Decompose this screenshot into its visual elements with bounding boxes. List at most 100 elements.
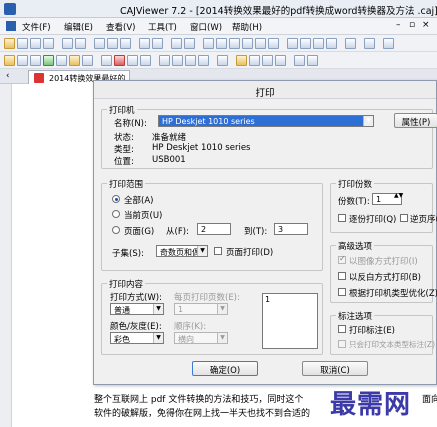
menu-edit[interactable]: 编辑(E) <box>64 21 93 33</box>
reverse-order-label[interactable]: 逆页序( <box>410 213 437 225</box>
reference-icon[interactable] <box>275 55 286 66</box>
range-from-input[interactable]: 2 <box>197 223 231 235</box>
note-icon[interactable] <box>101 55 112 66</box>
menu-window[interactable]: 窗口(W) <box>190 21 222 33</box>
print-text-annotation-checkbox[interactable] <box>338 340 346 348</box>
collate-label[interactable]: 逐份打印(Q) <box>349 213 396 225</box>
tools-toolbar <box>0 52 437 69</box>
double-page-icon[interactable] <box>216 38 227 49</box>
layout-icon[interactable] <box>94 38 105 49</box>
range-pages-radio[interactable] <box>112 226 120 234</box>
zoom-out-icon[interactable] <box>268 38 279 49</box>
ok-button[interactable]: 确定(O) <box>192 361 258 376</box>
collate-checkbox[interactable] <box>338 214 346 222</box>
inverse-print-checkbox[interactable] <box>338 272 346 280</box>
print-mode-select[interactable]: 普通 ▼ <box>110 303 164 315</box>
ocr-icon[interactable] <box>43 55 54 66</box>
rotate-icon[interactable] <box>171 38 182 49</box>
underline-icon[interactable] <box>127 55 138 66</box>
printer-name-value: HP Deskjet 1010 series <box>162 117 255 126</box>
print-as-image-checkbox[interactable] <box>338 254 346 264</box>
open-icon[interactable] <box>4 38 15 49</box>
single-page-icon[interactable] <box>203 38 214 49</box>
reverse-order-checkbox[interactable] <box>400 214 408 222</box>
snapshot-icon[interactable] <box>56 55 67 66</box>
next-page-icon[interactable] <box>313 38 324 49</box>
view-mode-icon[interactable] <box>294 55 305 66</box>
app-icon <box>4 3 16 15</box>
range-all-radio[interactable] <box>112 195 120 203</box>
subset-select[interactable]: 奇数页和偶 ▼ <box>156 245 208 257</box>
chevron-down-icon: ▼ <box>153 333 163 343</box>
paste-icon[interactable] <box>75 38 86 49</box>
line-icon[interactable] <box>172 55 183 66</box>
page-number-icon[interactable] <box>307 55 318 66</box>
highlight-icon[interactable] <box>114 55 125 66</box>
printer-location-label: 位置: <box>114 157 134 167</box>
page-icon[interactable] <box>139 38 150 49</box>
reverse-pages-label[interactable]: 页面打印(D) <box>226 246 273 258</box>
range-pages-label[interactable]: 页面(G) <box>124 225 154 237</box>
grid-icon[interactable] <box>107 38 118 49</box>
select-image-icon[interactable] <box>30 55 41 66</box>
pages-per-sheet-label: 每页打印页数(E): <box>174 293 240 303</box>
rectangle-icon[interactable] <box>185 55 196 66</box>
copy-icon[interactable] <box>62 38 73 49</box>
forward-icon[interactable] <box>364 38 375 49</box>
pages-per-sheet-select[interactable]: 1 ▼ <box>174 303 228 315</box>
reverse-pages-checkbox[interactable] <box>214 247 222 255</box>
prev-page-icon[interactable] <box>300 38 311 49</box>
knowledge-icon[interactable] <box>249 55 260 66</box>
print-annotation-checkbox[interactable] <box>338 325 346 333</box>
columns-icon[interactable] <box>120 38 131 49</box>
tag-icon[interactable] <box>236 55 247 66</box>
find-icon[interactable] <box>82 55 93 66</box>
pencil-icon[interactable] <box>159 55 170 66</box>
optimize-printer-checkbox[interactable] <box>338 288 346 296</box>
menu-help[interactable]: 帮助(H) <box>232 21 262 33</box>
hand-icon[interactable] <box>4 55 15 66</box>
page-preview-box: 1 <box>262 293 318 349</box>
order-select[interactable]: 横向 ▼ <box>174 332 228 344</box>
printer-name-select[interactable]: HP Deskjet 1010 series ▼ <box>158 115 374 127</box>
zoom-in-icon[interactable] <box>255 38 266 49</box>
fit-width-icon[interactable] <box>229 38 240 49</box>
translate-icon[interactable] <box>262 55 273 66</box>
color-mode-select[interactable]: 彩色 ▼ <box>110 332 164 344</box>
range-current-radio[interactable] <box>112 210 120 218</box>
last-page-icon[interactable] <box>326 38 337 49</box>
range-current-label[interactable]: 当前页(U) <box>124 209 162 221</box>
restore-button[interactable]: ▫ <box>409 20 415 30</box>
properties-button[interactable]: 属性(P) <box>394 113 437 128</box>
cancel-button[interactable]: 取消(C) <box>302 361 368 376</box>
close-button[interactable]: × <box>422 20 430 30</box>
menu-tools[interactable]: 工具(T) <box>148 21 177 33</box>
link-icon[interactable] <box>217 55 228 66</box>
copies-spinner-icon[interactable]: ▲▼ <box>394 192 403 199</box>
tab-scroll-left-icon[interactable]: ‹ <box>6 71 9 81</box>
range-all-label[interactable]: 全部(A) <box>124 194 153 206</box>
range-to-input[interactable]: 3 <box>274 223 308 235</box>
menu-file[interactable]: 文件(F) <box>22 21 51 33</box>
print-icon[interactable] <box>30 38 41 49</box>
range-to-label: 到(T): <box>244 227 268 237</box>
minimize-button[interactable]: – <box>396 20 401 30</box>
inverse-print-label[interactable]: 以反白方式打印(B) <box>349 271 421 283</box>
zoom-select-icon[interactable] <box>152 38 163 49</box>
fit-page-icon[interactable] <box>242 38 253 49</box>
strikeout-icon[interactable] <box>140 55 151 66</box>
fit-icon[interactable] <box>184 38 195 49</box>
optimize-printer-label[interactable]: 根据打印机类型优化(Z) <box>349 287 437 299</box>
caj-file-icon <box>34 73 44 83</box>
ellipse-icon[interactable] <box>198 55 209 66</box>
email-icon[interactable] <box>43 38 54 49</box>
save-icon[interactable] <box>17 38 28 49</box>
first-page-icon[interactable] <box>287 38 298 49</box>
history-icon[interactable] <box>383 38 394 49</box>
navigation-strip[interactable] <box>0 84 12 427</box>
select-text-icon[interactable] <box>17 55 28 66</box>
print-annotation-label[interactable]: 打印标注(E) <box>349 324 395 336</box>
menu-view[interactable]: 查看(V) <box>106 21 135 33</box>
back-icon[interactable] <box>345 38 356 49</box>
bookmark-icon[interactable] <box>69 55 80 66</box>
